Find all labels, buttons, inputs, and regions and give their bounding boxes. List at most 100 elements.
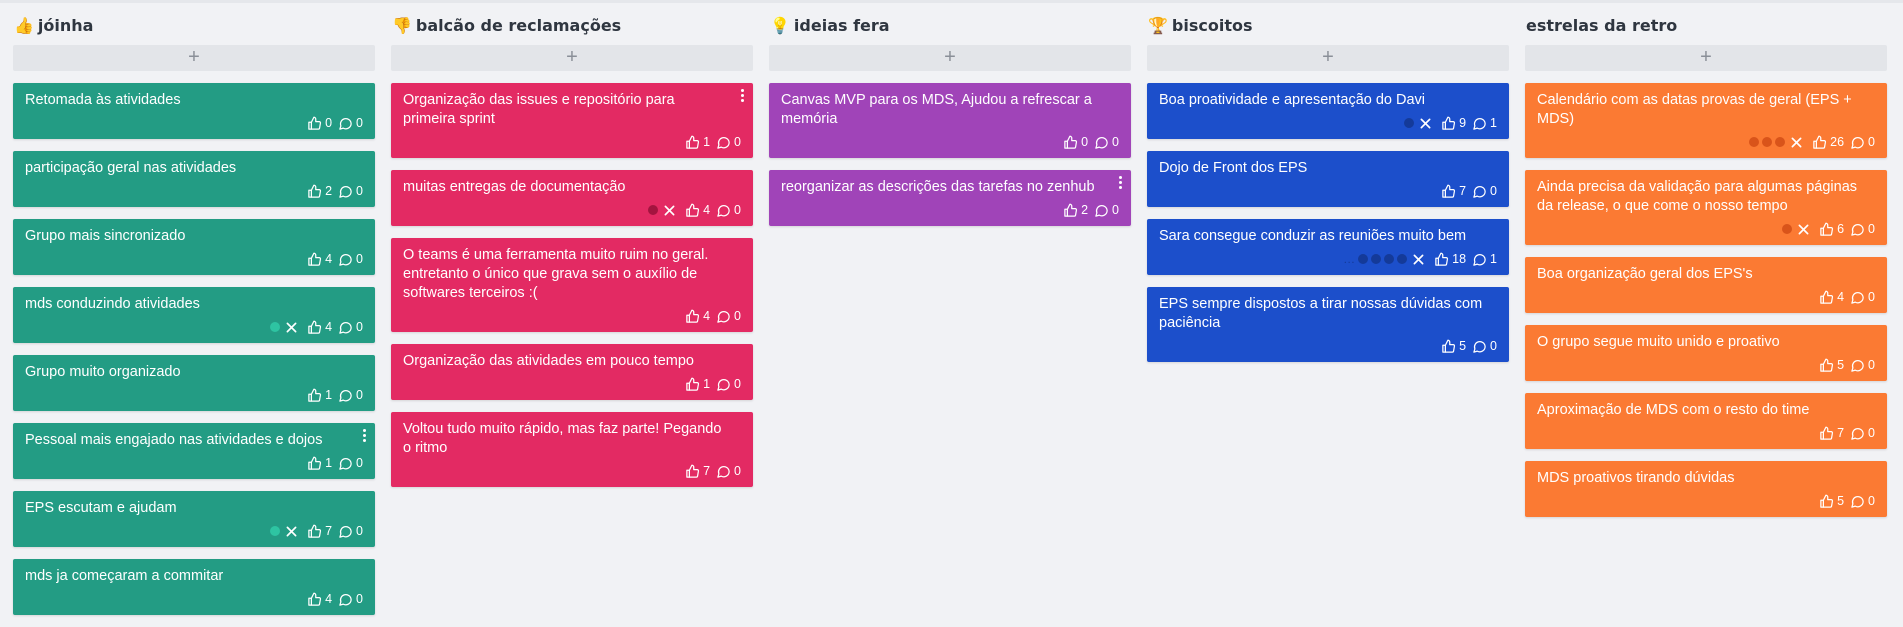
kebab-menu-icon[interactable]	[363, 429, 367, 444]
retro-card[interactable]: MDS proativos tirando dúvidas 5 0	[1525, 461, 1887, 517]
comment-button[interactable]: 0	[1472, 339, 1497, 354]
comment-button[interactable]: 0	[1850, 494, 1875, 509]
like-button[interactable]: 0	[1063, 135, 1088, 150]
like-button[interactable]: 6	[1819, 222, 1844, 237]
comment-button[interactable]: 0	[338, 524, 363, 539]
comment-button[interactable]: 0	[1094, 135, 1119, 150]
card-footer: 50	[1159, 336, 1497, 356]
comment-button[interactable]: 1	[1472, 252, 1497, 267]
close-icon[interactable]	[280, 322, 303, 333]
thumbs-up-icon	[307, 592, 325, 607]
retro-card[interactable]: O teams é uma ferramenta muito ruim no g…	[391, 238, 753, 332]
like-button[interactable]: 2	[1063, 203, 1088, 218]
comment-button[interactable]: 0	[716, 464, 741, 479]
retro-card[interactable]: Voltou tudo muito rápido, mas faz parte!…	[391, 412, 753, 487]
retro-card[interactable]: Ainda precisa da validação para algumas …	[1525, 170, 1887, 245]
like-button[interactable]: 9	[1441, 116, 1466, 131]
like-button[interactable]: 4	[307, 592, 332, 607]
comment-button[interactable]: 1	[1472, 116, 1497, 131]
retro-card[interactable]: Boa organização geral dos EPS's 4 0	[1525, 257, 1887, 313]
retro-card[interactable]: EPS escutam e ajudam 7 0	[13, 491, 375, 547]
like-button[interactable]: 1	[307, 388, 332, 403]
comment-button[interactable]: 0	[1850, 290, 1875, 305]
retro-card[interactable]: Dojo de Front dos EPS 7 0	[1147, 151, 1509, 207]
comment-button[interactable]: 0	[1850, 135, 1875, 150]
like-button[interactable]: 5	[1819, 358, 1844, 373]
comment-button[interactable]: 0	[338, 252, 363, 267]
retro-card[interactable]: mds conduzindo atividades 4 0	[13, 287, 375, 343]
retro-card[interactable]: Canvas MVP para os MDS, Ajudou a refresc…	[769, 83, 1131, 158]
retro-card[interactable]: mds ja começaram a commitar 4 0	[13, 559, 375, 615]
comment-button[interactable]: 0	[716, 309, 741, 324]
kebab-menu-icon[interactable]	[741, 89, 745, 104]
retro-card[interactable]: Calendário com as datas provas de geral …	[1525, 83, 1887, 158]
comment-button[interactable]: 0	[1472, 184, 1497, 199]
close-icon[interactable]	[1407, 254, 1430, 265]
like-button[interactable]: 7	[1819, 426, 1844, 441]
card-text: O grupo segue muito unido e proativo	[1537, 334, 1780, 350]
comment-button[interactable]: 0	[1850, 222, 1875, 237]
comment-button[interactable]: 0	[1850, 358, 1875, 373]
close-icon[interactable]	[658, 205, 681, 216]
comment-button[interactable]: 0	[338, 592, 363, 607]
retro-card[interactable]: EPS sempre dispostos a tirar nossas dúvi…	[1147, 287, 1509, 362]
retro-card[interactable]: Retomada às atividades 0 0	[13, 83, 375, 139]
comment-button[interactable]: 0	[338, 388, 363, 403]
like-button[interactable]: 7	[307, 524, 332, 539]
retro-card[interactable]: Organização das atividades em pouco temp…	[391, 344, 753, 400]
retro-card[interactable]: Organização das issues e repositório par…	[391, 83, 753, 158]
comment-button[interactable]: 0	[716, 377, 741, 392]
retro-card[interactable]: participação geral nas atividades 2 0	[13, 151, 375, 207]
like-button[interactable]: 26	[1812, 135, 1844, 150]
like-button[interactable]: 5	[1819, 494, 1844, 509]
thumbs-up-icon	[307, 320, 325, 335]
comment-button[interactable]: 0	[338, 116, 363, 131]
card-text: Pessoal mais engajado nas atividades e d…	[25, 432, 323, 448]
retro-card[interactable]: muitas entregas de documentação 4 0	[391, 170, 753, 226]
like-button[interactable]: 1	[307, 456, 332, 471]
add-card-button[interactable]: +	[769, 45, 1131, 71]
like-button[interactable]: 7	[685, 464, 710, 479]
retro-card[interactable]: Sara consegue conduzir as reuniões muito…	[1147, 219, 1509, 275]
comment-button[interactable]: 0	[716, 203, 741, 218]
comment-button[interactable]: 0	[1094, 203, 1119, 218]
like-count: 0	[325, 116, 333, 130]
voter-avatar	[1404, 118, 1415, 128]
like-button[interactable]: 0	[307, 116, 332, 131]
retro-card[interactable]: Aproximação de MDS com o resto do time 7 0	[1525, 393, 1887, 449]
comment-count: 0	[356, 116, 363, 130]
retro-card[interactable]: reorganizar as descrições das tarefas no…	[769, 170, 1131, 226]
like-button[interactable]: 1	[685, 377, 710, 392]
retro-card[interactable]: Pessoal mais engajado nas atividades e d…	[13, 423, 375, 479]
retro-card[interactable]: Boa proatividade e apresentação do Davi 9…	[1147, 83, 1509, 139]
add-card-button[interactable]: +	[1525, 45, 1887, 71]
like-button[interactable]: 2	[307, 184, 332, 199]
like-button[interactable]: 4	[685, 309, 710, 324]
add-card-button[interactable]: +	[391, 45, 753, 71]
comment-button[interactable]: 0	[716, 135, 741, 150]
retro-card[interactable]: O grupo segue muito unido e proativo 5 0	[1525, 325, 1887, 381]
add-card-button[interactable]: +	[1147, 45, 1509, 71]
close-icon[interactable]	[1792, 224, 1815, 235]
retro-card[interactable]: Grupo muito organizado 1 0	[13, 355, 375, 411]
comment-button[interactable]: 0	[338, 456, 363, 471]
like-button[interactable]: 18	[1434, 252, 1466, 267]
like-button[interactable]: 4	[685, 203, 710, 218]
comment-button[interactable]: 0	[338, 184, 363, 199]
retro-card[interactable]: Grupo mais sincronizado 4 0	[13, 219, 375, 275]
like-button[interactable]: 4	[307, 320, 332, 335]
like-button[interactable]: 1	[685, 135, 710, 150]
like-button[interactable]: 4	[1819, 290, 1844, 305]
close-icon[interactable]	[280, 526, 303, 537]
like-button[interactable]: 4	[307, 252, 332, 267]
comment-count: 0	[1868, 358, 1875, 372]
comment-button[interactable]: 0	[338, 320, 363, 335]
like-button[interactable]: 5	[1441, 339, 1466, 354]
close-icon[interactable]	[1785, 137, 1808, 148]
comment-button[interactable]: 0	[1850, 426, 1875, 441]
like-button[interactable]: 7	[1441, 184, 1466, 199]
kebab-menu-icon[interactable]	[1119, 176, 1123, 191]
add-card-button[interactable]: +	[13, 45, 375, 71]
close-icon[interactable]	[1414, 118, 1437, 129]
column-title: 👍 jóinha	[14, 15, 375, 37]
